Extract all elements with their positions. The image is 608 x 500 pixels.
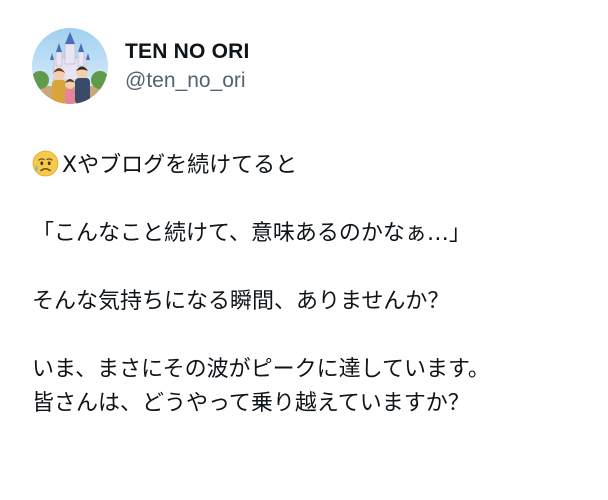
user-handle[interactable]: @ten_no_ori: [125, 68, 250, 94]
avatar[interactable]: [32, 28, 108, 104]
tweet-text: Xやブログを続けてると 「こんなこと続けて、意味あるのかなぁ…」 そんな気持ちに…: [32, 149, 592, 421]
tweet-line-3: そんな気持ちになる瞬間、ありませんか？: [32, 289, 450, 314]
profile-names: TEN NO ORI @ten_no_ori: [125, 39, 250, 94]
display-name[interactable]: TEN NO ORI: [125, 39, 250, 65]
family-castle-avatar-icon: [32, 28, 108, 104]
tweet-line-2: 「こんなこと続けて、意味あるのかなぁ…」: [32, 221, 471, 246]
tweet-line-5: 皆さんは、どうやって乗り越えていますか？: [32, 391, 470, 416]
sad-relieved-face-emoji-icon: [32, 150, 59, 177]
tweet-line-1-text: Xやブログを続けてると: [62, 153, 298, 178]
tweet-line-4: いま、まさにその波がピークに達しています。: [32, 357, 490, 382]
tweet-header: TEN NO ORI @ten_no_ori: [32, 28, 250, 104]
tweet-line-1: Xやブログを続けてると: [32, 149, 592, 183]
